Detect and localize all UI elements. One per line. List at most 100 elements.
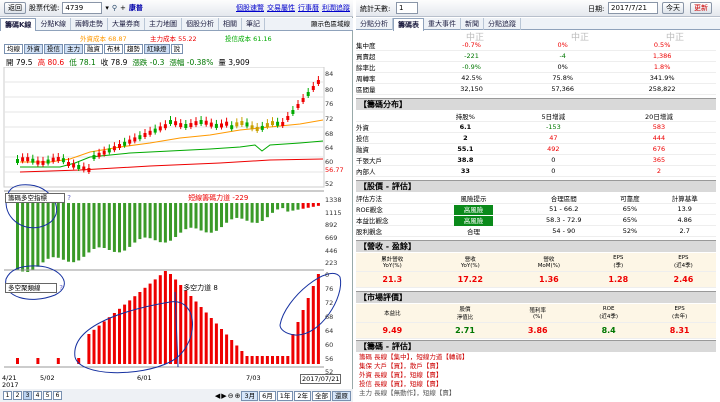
col-header: 股價 淨值比 [428,304,502,323]
candle-body [51,157,55,162]
bull-bear-bar [296,322,300,364]
zoom-out-icon[interactable]: ⊖ [228,392,234,400]
tab-chip-kline[interactable]: 籌碼K線 [0,18,37,31]
restore-button[interactable]: 還原 [332,390,351,401]
stock-code-input[interactable]: 4739 [62,2,103,14]
help-icon[interactable]: ? [67,194,71,202]
tab-analysis[interactable]: 個股分析 [182,18,220,30]
btn-bollinger[interactable]: 布林 [104,44,123,54]
btn-margin[interactable]: 融資 [84,44,103,54]
scroll-right-icon[interactable]: ▶ [221,392,226,400]
col-header: 累計營收 YoY(%) [356,253,429,272]
indicator-bar [31,203,35,271]
btn-main[interactable]: 主力 [64,44,83,54]
zoom-1y[interactable]: 1年 [276,390,294,401]
tab-branch-kline[interactable]: 分點K線 [36,18,72,30]
bull-bear-bar [286,356,290,364]
add-icon[interactable]: + [120,4,126,12]
btn-trend[interactable]: 趨勢 [124,44,143,54]
link-profit-track[interactable]: 利潤追蹤 [322,3,350,13]
btn-foreign[interactable]: 外資 [24,44,43,54]
table-row: 本益比觀念 高風險 58.3 - 72.9 65% 4.86 [356,214,716,226]
sub1-select[interactable]: 籌碼多空指標 [5,193,65,203]
tab-notes[interactable]: 筆記 [242,18,266,30]
market-table: 本益比 股價 淨值比 殖利率 (%) ROE (近4季) EPS (去年) 9.… [356,304,716,339]
cell: 0 [504,165,602,177]
candle-body [184,123,188,128]
page-1[interactable]: 1 [3,391,12,400]
col-header: EPS (近4季) [650,253,716,272]
page-6[interactable]: 6 [53,391,62,400]
candle-body [97,152,101,157]
tab-trend[interactable]: 兩轉走勢 [71,18,109,30]
indicator-bar [128,203,132,247]
cell: 42.5% [426,72,518,84]
table-header-row: 評估方法 風險提示 合理區間 可靠度 計算基準 [356,193,716,204]
link-quick-view[interactable]: 個股速覽 [236,3,264,13]
link-calendar[interactable]: 行事曆 [298,3,319,13]
cell: 65% [606,214,654,226]
legend-main-cost: 主力成本 55.22 [150,35,197,43]
tab-events[interactable]: 重大事件 [424,18,461,30]
candle-body [36,160,40,165]
zoom-in-icon[interactable]: ⊕ [235,392,241,400]
btn-ma[interactable]: 均線 [4,44,23,54]
page-3[interactable]: 3 [23,391,32,400]
zoom-3m[interactable]: 3月 [241,390,259,401]
tab-main-map[interactable]: 主力地圖 [145,18,183,30]
scroll-left-icon[interactable]: ◀ [215,392,220,400]
help-icon[interactable]: ? [59,284,63,292]
cell: 3.86 [501,322,575,339]
indicator-bar [138,203,142,240]
indicator-bar [41,203,45,263]
pager-bar: 1 2 3 4 5 6 ◀ ▶ ⊖ ⊕ 3月 6月 1年 2年 全部 還原 [0,389,353,402]
tab-branch-track[interactable]: 分點追蹤 [484,18,521,30]
candle-body [163,124,167,129]
candle-body [77,165,81,169]
cell: 57,366 [517,83,609,95]
btn-traffic-light[interactable]: 紅綠燈 [144,44,170,54]
bull-bear-bar [240,351,244,364]
search-icon[interactable]: ⚲ [112,4,117,12]
btn-trust[interactable]: 投信 [44,44,63,54]
tab-branch-analysis[interactable]: 分點分析 [356,18,393,30]
cell: 1.36 [512,271,586,288]
cell: -221 [426,50,518,62]
page-5[interactable]: 5 [43,391,52,400]
last-price-tick: 56.77 [325,166,344,174]
cell: 65% [606,203,654,215]
axis-tick: 0 [325,271,330,279]
back-button[interactable]: 返回 [4,2,26,14]
tab-related[interactable]: 相關 [219,18,243,30]
tab-big-broker[interactable]: 大量券商 [108,18,146,30]
page-2[interactable]: 2 [13,391,22,400]
x-tick: 5/02 [40,374,55,382]
table-row: 內部人 33 0 2 [356,165,716,177]
sub2-label: 多空力道 8 [183,284,218,292]
today-button[interactable]: 今天 [662,2,684,14]
zoom-all[interactable]: 全部 [312,390,331,401]
candle-body [112,146,116,151]
color-area-toggle[interactable]: 顯示色區域線 [311,18,353,30]
days-select[interactable]: 1 [396,2,418,14]
btn-help[interactable]: 說 [170,44,183,54]
cell: 4.86 [653,214,716,226]
zoom-2y[interactable]: 2年 [294,390,311,401]
link-trade-attr[interactable]: 交易屬性 [267,3,295,13]
indicator-bar [46,203,50,259]
date-input[interactable]: 2017/7/21 [608,2,658,14]
bull-bear-bar [123,304,127,364]
dropdown-arrow-icon[interactable]: ▾ [105,4,109,12]
cell: 52% [606,225,654,237]
refresh-button[interactable]: 更新 [690,2,712,14]
bull-bear-bar [16,358,19,364]
cell: 1,386 [608,50,716,62]
indicator-bar [194,203,198,229]
axis-tick: 84 [325,70,334,78]
zoom-6m[interactable]: 6月 [259,390,276,401]
sub2-select[interactable]: 多空聚類線 [5,283,57,293]
page-4[interactable]: 4 [33,391,42,400]
tab-news[interactable]: 新聞 [461,18,484,30]
indicator-toolbar: 均線 外資 投信 主力 融資 布林 趨勢 紅綠燈 說 [4,44,183,54]
candle-body [230,125,234,130]
